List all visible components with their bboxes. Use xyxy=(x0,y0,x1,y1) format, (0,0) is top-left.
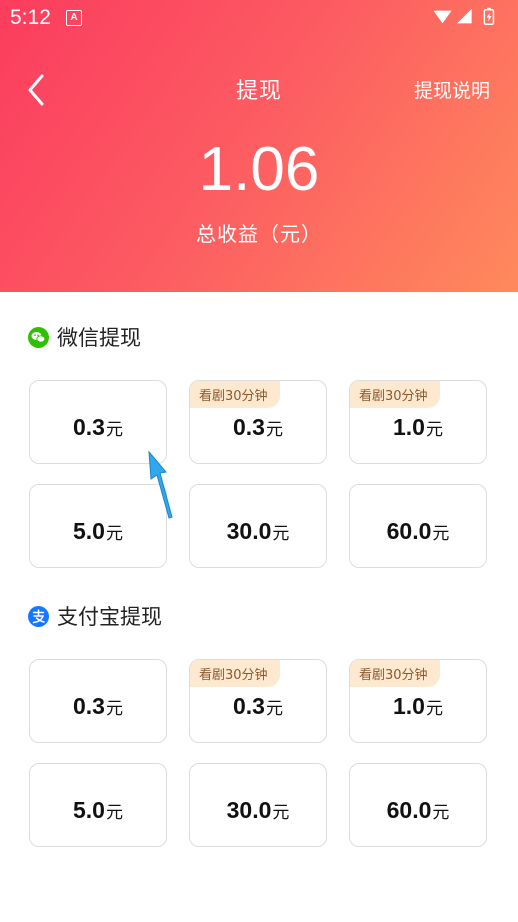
option-amount: 0.3元 xyxy=(73,693,123,719)
alipay-option-3[interactable]: 5.0元 xyxy=(29,763,167,847)
alipay-section-header: 支付宝提现 xyxy=(28,601,162,631)
option-amount: 5.0元 xyxy=(73,797,123,823)
task-requirement-tag: 看剧30分钟 xyxy=(190,381,280,408)
app-notification-icon: A xyxy=(66,10,82,26)
status-bar: 5:12 A xyxy=(0,0,518,36)
task-requirement-tag: 看剧30分钟 xyxy=(350,381,440,408)
status-time: 5:12 xyxy=(10,6,51,29)
wechat-section-title: 微信提现 xyxy=(57,326,141,350)
task-requirement-tag: 看剧30分钟 xyxy=(350,660,440,687)
total-earnings-amount: 1.06 xyxy=(198,135,320,204)
alipay-icon xyxy=(28,605,49,627)
wifi-icon xyxy=(433,10,452,24)
option-amount: 60.0元 xyxy=(386,518,450,544)
option-amount: 0.3元 xyxy=(233,414,283,440)
wechat-option-4[interactable]: 30.0元 xyxy=(189,484,327,568)
option-amount: 30.0元 xyxy=(226,797,290,823)
withdraw-help-link[interactable]: 提现说明 xyxy=(414,76,490,103)
option-amount: 30.0元 xyxy=(226,518,290,544)
status-icons xyxy=(433,7,495,25)
signal-icon xyxy=(457,8,472,24)
option-amount: 0.3元 xyxy=(233,693,283,719)
option-amount: 0.3元 xyxy=(73,414,123,440)
total-earnings-label: 总收益（元） xyxy=(196,222,322,246)
wechat-option-2[interactable]: 看剧30分钟 1.0元 xyxy=(349,380,487,464)
wechat-section-header: 微信提现 xyxy=(28,322,141,352)
option-amount: 1.0元 xyxy=(393,693,443,719)
alipay-option-1[interactable]: 看剧30分钟 0.3元 xyxy=(189,659,327,743)
option-amount: 60.0元 xyxy=(386,797,450,823)
alipay-option-4[interactable]: 30.0元 xyxy=(189,763,327,847)
wechat-icon xyxy=(28,326,49,348)
alipay-option-2[interactable]: 看剧30分钟 1.0元 xyxy=(349,659,487,743)
alipay-option-0[interactable]: 0.3元 xyxy=(29,659,167,743)
alipay-section-title: 支付宝提现 xyxy=(57,605,162,629)
alipay-option-5[interactable]: 60.0元 xyxy=(349,763,487,847)
wechat-option-5[interactable]: 60.0元 xyxy=(349,484,487,568)
wechat-option-1[interactable]: 看剧30分钟 0.3元 xyxy=(189,380,327,464)
pointer-arrow-icon xyxy=(148,450,173,519)
header-banner: 5:12 A 提现 提现说明 1.06 总收益（元） xyxy=(0,0,518,292)
task-requirement-tag: 看剧30分钟 xyxy=(190,660,280,687)
option-amount: 1.0元 xyxy=(393,414,443,440)
